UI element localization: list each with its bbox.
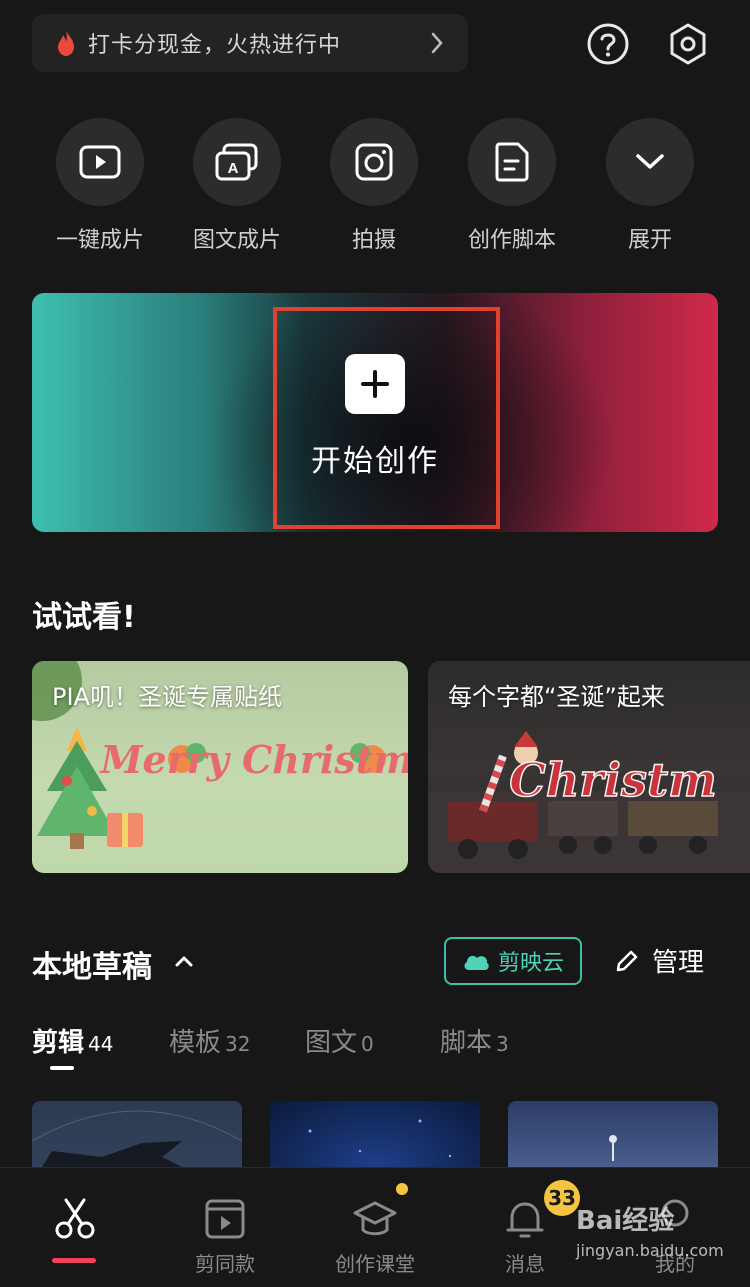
script-doc-icon bbox=[495, 142, 529, 182]
nav-active-indicator bbox=[52, 1258, 96, 1263]
tool-label: 展开 bbox=[627, 228, 672, 253]
tool-shoot[interactable]: 拍摄 bbox=[314, 118, 434, 254]
watermark-logo: Bai经验 bbox=[576, 1206, 675, 1236]
cloud-button[interactable]: 剪映云 bbox=[444, 937, 582, 985]
camera-icon bbox=[355, 143, 393, 181]
promo-banner[interactable]: 打卡分现金，火热进行中 bbox=[32, 14, 468, 72]
promo-text: 打卡分现金，火热进行中 bbox=[88, 33, 342, 58]
tab-name: 脚本 bbox=[440, 1028, 493, 1058]
message-badge: 33 bbox=[544, 1180, 580, 1216]
tool-expand[interactable]: 展开 bbox=[590, 118, 710, 254]
draft-tabs: 剪辑 44 模板 32 图文 0 脚本 3 bbox=[32, 1022, 732, 1072]
draft-thumbnail[interactable] bbox=[32, 1101, 242, 1167]
tab-name: 剪辑 bbox=[32, 1028, 85, 1058]
tool-one-click-video[interactable]: 一键成片 bbox=[40, 118, 160, 254]
draft-thumbnail-art bbox=[32, 1110, 242, 1167]
new-content-dot bbox=[396, 1183, 408, 1195]
tab-template[interactable]: 模板 32 bbox=[169, 1022, 250, 1059]
help-icon[interactable] bbox=[586, 22, 630, 66]
try-card-christmas-stickers[interactable]: PIA叽！圣诞专属贴纸 Merry Christmas bbox=[32, 661, 408, 873]
drafts-title: 本地草稿 bbox=[32, 950, 152, 985]
tab-script[interactable]: 脚本 3 bbox=[440, 1022, 509, 1059]
cloud-icon bbox=[464, 955, 489, 970]
tab-count: 44 bbox=[88, 1032, 114, 1056]
manage-label: 管理 bbox=[652, 948, 705, 978]
draft-thumbnail[interactable] bbox=[270, 1101, 480, 1167]
chevron-up-icon[interactable] bbox=[174, 954, 194, 968]
card-title: 每个字都“圣诞”起来 bbox=[448, 683, 665, 711]
highlight-box bbox=[273, 307, 500, 529]
section-title-try: 试试看! bbox=[32, 600, 136, 635]
svg-text:A: A bbox=[228, 160, 239, 177]
card-art-text: Merry Christmas bbox=[98, 737, 408, 782]
nav-label: 剪同款 bbox=[195, 1252, 255, 1276]
image-text-icon: A bbox=[215, 143, 258, 181]
flame-icon bbox=[58, 30, 74, 56]
tool-creation-script[interactable]: 创作脚本 bbox=[452, 118, 572, 254]
tab-name: 模板 bbox=[169, 1028, 222, 1058]
draft-thumbnail-art bbox=[609, 1135, 617, 1161]
template-film-icon bbox=[205, 1199, 245, 1239]
tab-image-text[interactable]: 图文 0 bbox=[305, 1022, 374, 1059]
nav-item-creator-class[interactable]: 创作课堂 bbox=[300, 1168, 450, 1287]
edit-pencil-icon bbox=[616, 950, 638, 971]
tool-label: 一键成片 bbox=[55, 228, 144, 253]
chevron-right-icon bbox=[431, 32, 443, 54]
settings-icon[interactable] bbox=[666, 22, 710, 66]
start-creation-label: 开始创作 bbox=[311, 444, 439, 479]
tab-active-indicator bbox=[50, 1066, 74, 1070]
tool-label: 拍摄 bbox=[351, 228, 396, 253]
nav-item-edit[interactable] bbox=[0, 1168, 150, 1287]
start-creation-button[interactable] bbox=[345, 354, 405, 414]
nav-item-templates[interactable]: 剪同款 bbox=[150, 1168, 300, 1287]
tool-label: 创作脚本 bbox=[467, 228, 556, 253]
scissors-icon bbox=[55, 1198, 95, 1239]
manage-button[interactable]: 管理 bbox=[614, 942, 704, 979]
chevron-down-icon bbox=[636, 154, 664, 169]
tab-count: 0 bbox=[361, 1032, 374, 1056]
draft-thumbnail-art bbox=[308, 1119, 452, 1158]
tab-name: 图文 bbox=[305, 1028, 358, 1058]
card-art-text: Christm bbox=[509, 753, 717, 807]
graduation-cap-icon bbox=[353, 1201, 397, 1236]
bell-icon bbox=[506, 1202, 544, 1238]
try-card-christmas-text[interactable]: 每个字都“圣诞”起来 Christm bbox=[428, 661, 750, 873]
video-play-icon bbox=[79, 145, 121, 179]
tab-edit[interactable]: 剪辑 44 bbox=[32, 1022, 113, 1059]
watermark-url: jingyan.baidu.com bbox=[576, 1241, 724, 1260]
tab-count: 32 bbox=[225, 1032, 251, 1056]
watermark: Bai经验 jingyan.baidu.com bbox=[576, 1200, 746, 1280]
draft-thumbnail[interactable] bbox=[508, 1101, 718, 1167]
plus-icon bbox=[361, 370, 389, 398]
tool-image-text-video[interactable]: A 图文成片 bbox=[177, 118, 297, 254]
card-title: PIA叽！圣诞专属贴纸 bbox=[52, 683, 282, 711]
nav-label: 创作课堂 bbox=[335, 1252, 415, 1276]
cloud-label: 剪映云 bbox=[497, 951, 564, 976]
tool-label: 图文成片 bbox=[192, 228, 281, 253]
tab-count: 3 bbox=[496, 1032, 509, 1056]
